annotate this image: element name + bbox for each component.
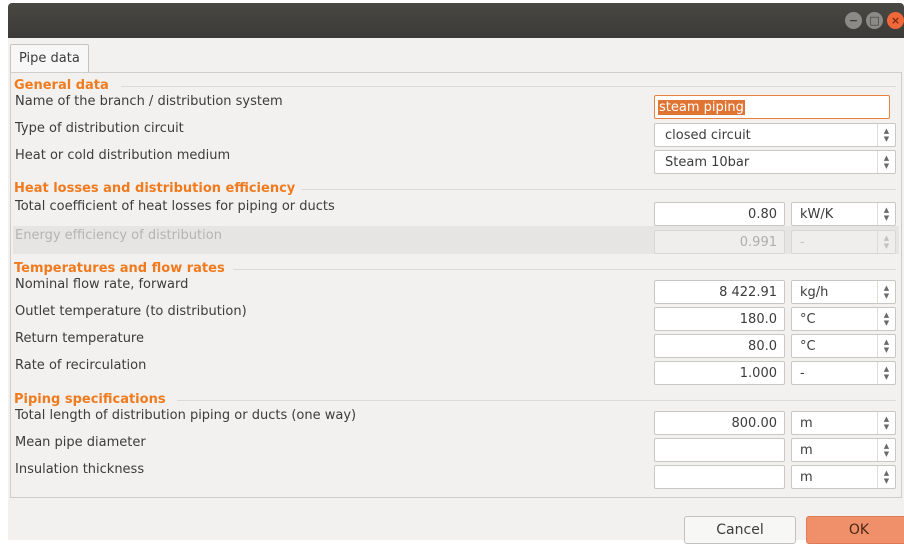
spin-arrows-icon[interactable]: ▲ ▼: [877, 335, 895, 357]
length-unit-select[interactable]: m ▲ ▼: [791, 411, 896, 435]
branch-name-value: steam piping: [658, 100, 745, 115]
outlet-label: Outlet temperature (to distribution): [15, 304, 247, 319]
spin-arrows-icon[interactable]: ▲ ▼: [877, 412, 895, 434]
dialog-body: Pipe data General data Name of the branc…: [8, 38, 904, 544]
efficiency-input: 0.991: [654, 230, 785, 254]
medium-select[interactable]: Steam 10bar ▲ ▼: [654, 150, 896, 174]
recirc-label: Rate of recirculation: [15, 358, 147, 373]
spin-arrows-icon[interactable]: ▲ ▼: [877, 151, 895, 173]
recirc-unit-select[interactable]: - ▲ ▼: [791, 361, 896, 385]
heatloss-label: Total coefficient of heat losses for pip…: [15, 199, 335, 214]
heatloss-unit: kW/K: [800, 207, 834, 222]
section-divider: [301, 189, 896, 190]
circuit-type-value: closed circuit: [665, 128, 751, 143]
section-piping: Piping specifications: [14, 392, 166, 407]
branch-name-input[interactable]: steam piping: [654, 95, 890, 119]
maximize-icon[interactable]: □: [866, 12, 883, 29]
name-label: Name of the branch / distribution system: [15, 94, 283, 109]
medium-label: Heat or cold distribution medium: [15, 148, 231, 163]
section-divider: [233, 269, 896, 270]
length-label: Total length of distribution piping or d…: [15, 408, 357, 423]
section-general-data: General data: [14, 78, 109, 93]
window-controls: − □ ×: [845, 12, 904, 29]
return-unit-select[interactable]: °C ▲ ▼: [791, 334, 896, 358]
section-divider: [121, 86, 896, 87]
recirc-unit: -: [800, 366, 805, 381]
pipe-data-panel: General data Name of the branch / distri…: [10, 72, 902, 498]
window-titlebar: − □ ×: [8, 3, 904, 38]
spin-arrows-icon[interactable]: ▲ ▼: [877, 203, 895, 225]
outlet-unit: °C: [800, 312, 816, 327]
efficiency-label: Energy efficiency of distribution: [15, 228, 222, 243]
insulation-thickness-input[interactable]: [654, 465, 785, 489]
insulation-unit: m: [800, 470, 813, 485]
return-temperature-input[interactable]: 80.0: [654, 334, 785, 358]
circuit-label: Type of distribution circuit: [15, 121, 184, 136]
heatloss-input[interactable]: 0.80: [654, 202, 785, 226]
pipe-diameter-input[interactable]: [654, 438, 785, 462]
heatloss-unit-select[interactable]: kW/K ▲ ▼: [791, 202, 896, 226]
flow-label: Nominal flow rate, forward: [15, 277, 189, 292]
recirculation-input[interactable]: 1.000: [654, 361, 785, 385]
return-unit: °C: [800, 339, 816, 354]
efficiency-unit-select: - ▲ ▼: [791, 230, 896, 254]
spin-arrows-icon[interactable]: ▲ ▼: [877, 281, 895, 303]
efficiency-unit: -: [800, 235, 805, 250]
pipe-length-input[interactable]: 800.00: [654, 411, 785, 435]
spin-arrows-icon[interactable]: ▲ ▼: [877, 362, 895, 384]
flow-unit: kg/h: [800, 285, 829, 300]
spin-arrows-icon[interactable]: ▲ ▼: [877, 466, 895, 488]
flow-rate-input[interactable]: 8 422.91: [654, 280, 785, 304]
diameter-label: Mean pipe diameter: [15, 435, 146, 450]
insulation-label: Insulation thickness: [15, 462, 145, 477]
spin-arrows-icon[interactable]: ▲ ▼: [877, 308, 895, 330]
insulation-unit-select[interactable]: m ▲ ▼: [791, 465, 896, 489]
tab-pipe-data[interactable]: Pipe data: [10, 44, 89, 73]
minimize-icon[interactable]: −: [845, 12, 862, 29]
spin-arrows-icon[interactable]: ▲ ▼: [877, 124, 895, 146]
outlet-unit-select[interactable]: °C ▲ ▼: [791, 307, 896, 331]
spin-arrows-icon[interactable]: ▲ ▼: [877, 439, 895, 461]
close-icon[interactable]: ×: [887, 12, 904, 29]
medium-value: Steam 10bar: [665, 155, 750, 170]
section-temperatures: Temperatures and flow rates: [14, 261, 225, 276]
diameter-unit-select[interactable]: m ▲ ▼: [791, 438, 896, 462]
section-heat-losses: Heat losses and distribution efficiency: [14, 181, 296, 196]
section-divider: [177, 400, 896, 401]
length-unit: m: [800, 416, 813, 431]
outlet-temperature-input[interactable]: 180.0: [654, 307, 785, 331]
spin-arrows-icon: ▲ ▼: [877, 231, 895, 253]
circuit-type-select[interactable]: closed circuit ▲ ▼: [654, 123, 896, 147]
flow-unit-select[interactable]: kg/h ▲ ▼: [791, 280, 896, 304]
diameter-unit: m: [800, 443, 813, 458]
return-label: Return temperature: [15, 331, 144, 346]
